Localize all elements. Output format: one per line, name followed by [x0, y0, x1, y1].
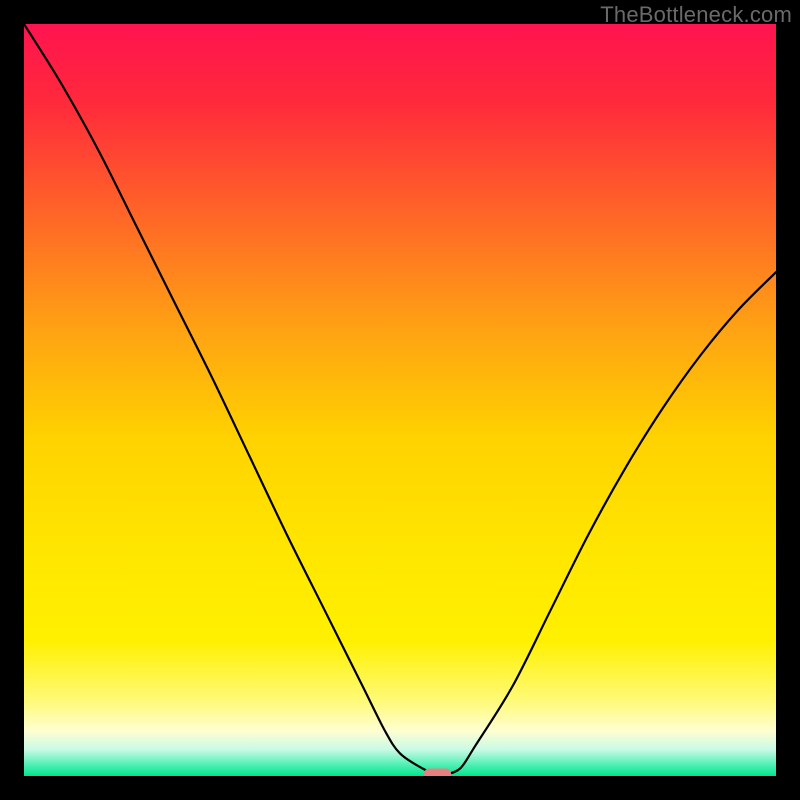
watermark-text: TheBottleneck.com: [600, 2, 792, 28]
optimal-point-marker: [424, 768, 451, 776]
plot-area: [24, 24, 776, 776]
chart-svg: [24, 24, 776, 776]
chart-frame: TheBottleneck.com: [0, 0, 800, 800]
spectral-background: [24, 24, 776, 776]
